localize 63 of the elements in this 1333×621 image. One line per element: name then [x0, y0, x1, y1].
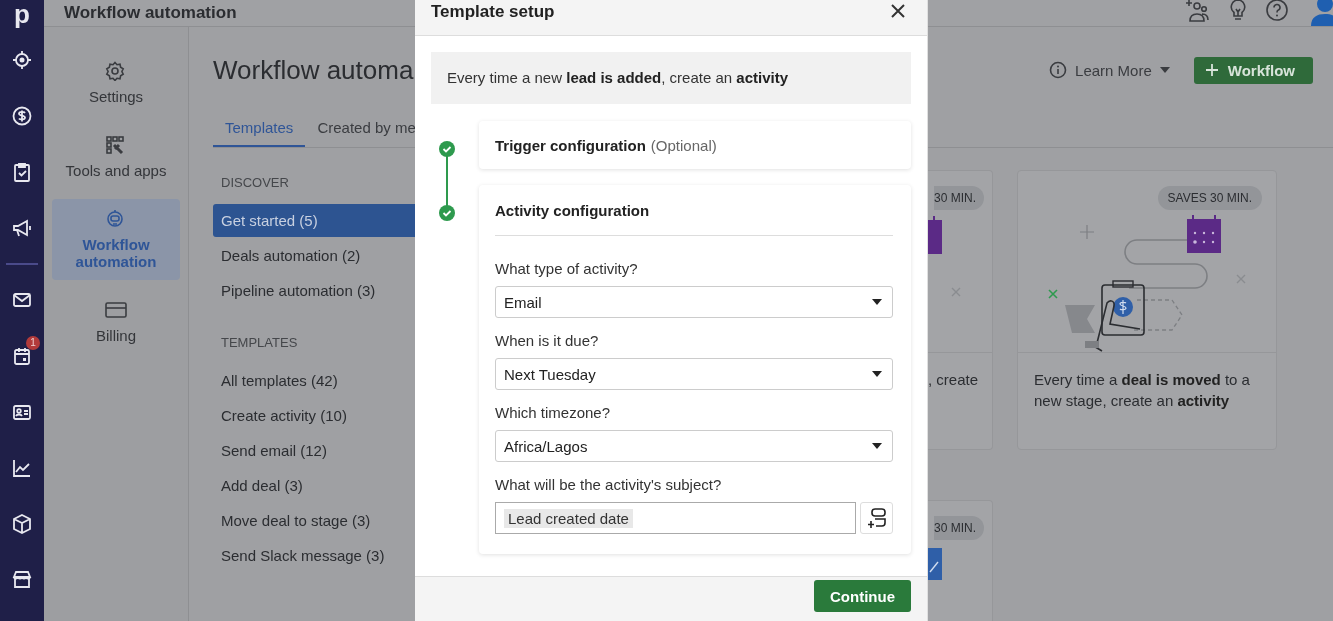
field-label: When is it due?	[495, 332, 600, 349]
template-card[interactable]: SAVES 30 MIN. Every time a deal is moved to a new stage, create an activity	[1017, 170, 1277, 450]
credit-card-icon	[105, 300, 127, 320]
card-description: Every time a deal is moved to a new stage, create an activity	[1033, 370, 1251, 411]
time-saved-badge: SAVES 30 MIN.	[1157, 186, 1262, 210]
caret-icon	[872, 443, 882, 449]
box-icon[interactable]	[11, 513, 33, 535]
nav-label: Settings	[88, 88, 144, 105]
field-label: What type of activity?	[495, 260, 639, 277]
add-workflow-button[interactable]: Workflow	[1193, 56, 1313, 84]
dropdown[interactable]: Next Tuesday	[495, 358, 893, 390]
field-token: Lead created date	[504, 508, 633, 528]
tools-grid-icon	[105, 135, 127, 155]
megaphone-icon[interactable]	[11, 217, 33, 239]
caret-icon	[1159, 67, 1170, 73]
time-saved-badge: 30 MIN.	[934, 516, 984, 540]
field-label: What will be the activity's subject?	[495, 476, 723, 493]
insert-field-icon	[866, 507, 887, 529]
insert-field-button[interactable]	[860, 502, 893, 534]
time-saved-badge: 30 MIN.	[934, 186, 984, 210]
clipboard-check-icon[interactable]	[11, 161, 33, 183]
nav-label: Tools and apps	[65, 162, 167, 179]
nav-label: Workflow automation	[74, 236, 158, 270]
plus-icon	[1205, 64, 1218, 76]
store-icon[interactable]	[11, 569, 33, 591]
section-heading: DISCOVER	[220, 175, 290, 190]
subject-input-field[interactable]: Lead created date	[495, 502, 856, 534]
template-card[interactable]: 30 MIN. , create	[928, 170, 993, 450]
settings-nav-item[interactable]: Tools and apps	[52, 125, 180, 189]
continue-button[interactable]: Continue	[814, 580, 911, 612]
learn-more-button[interactable]: Learn More	[1045, 57, 1174, 83]
settings-nav-item[interactable]: Billing	[52, 290, 180, 354]
template-card[interactable]: 30 MIN.	[928, 500, 993, 621]
settings-nav-item[interactable]: Settings	[52, 51, 180, 115]
card-description: , create	[928, 370, 980, 390]
notification-badge: 1	[26, 336, 40, 350]
dialog-title: Template setup	[431, 1, 555, 22]
gear-icon	[105, 61, 127, 81]
nav-label: Billing	[96, 327, 136, 344]
workflow-summary: Every time a new lead is added, create an activity	[431, 52, 911, 104]
page-header-title: Workflow automation	[64, 3, 237, 23]
dropdown[interactable]: Email	[495, 286, 893, 318]
section-heading: TEMPLATES	[220, 335, 299, 350]
caret-icon	[872, 371, 882, 377]
caret-icon	[872, 299, 882, 305]
calendar-icon[interactable]	[11, 345, 33, 367]
target-icon[interactable]	[11, 49, 33, 71]
dropdown[interactable]: Africa/Lagos	[495, 430, 893, 462]
dollar-icon[interactable]	[11, 105, 33, 127]
step-title: Trigger configuration	[495, 136, 646, 154]
close-icon[interactable]	[891, 3, 905, 18]
page-title: Workflow automa	[213, 54, 414, 86]
tab[interactable]: Templates	[213, 109, 306, 147]
optional-note: (Optional)	[650, 136, 717, 154]
help-icon[interactable]	[1265, 0, 1289, 22]
info-icon	[1049, 61, 1068, 79]
step-title: Activity configuration	[495, 201, 650, 219]
chart-icon[interactable]	[11, 457, 33, 479]
app-logo[interactable]: p	[14, 0, 30, 32]
lightbulb-icon[interactable]	[1227, 0, 1249, 23]
field-label: Which timezone?	[495, 404, 612, 421]
step-connector-line	[445, 156, 449, 206]
add-people-icon[interactable]	[1185, 0, 1211, 23]
